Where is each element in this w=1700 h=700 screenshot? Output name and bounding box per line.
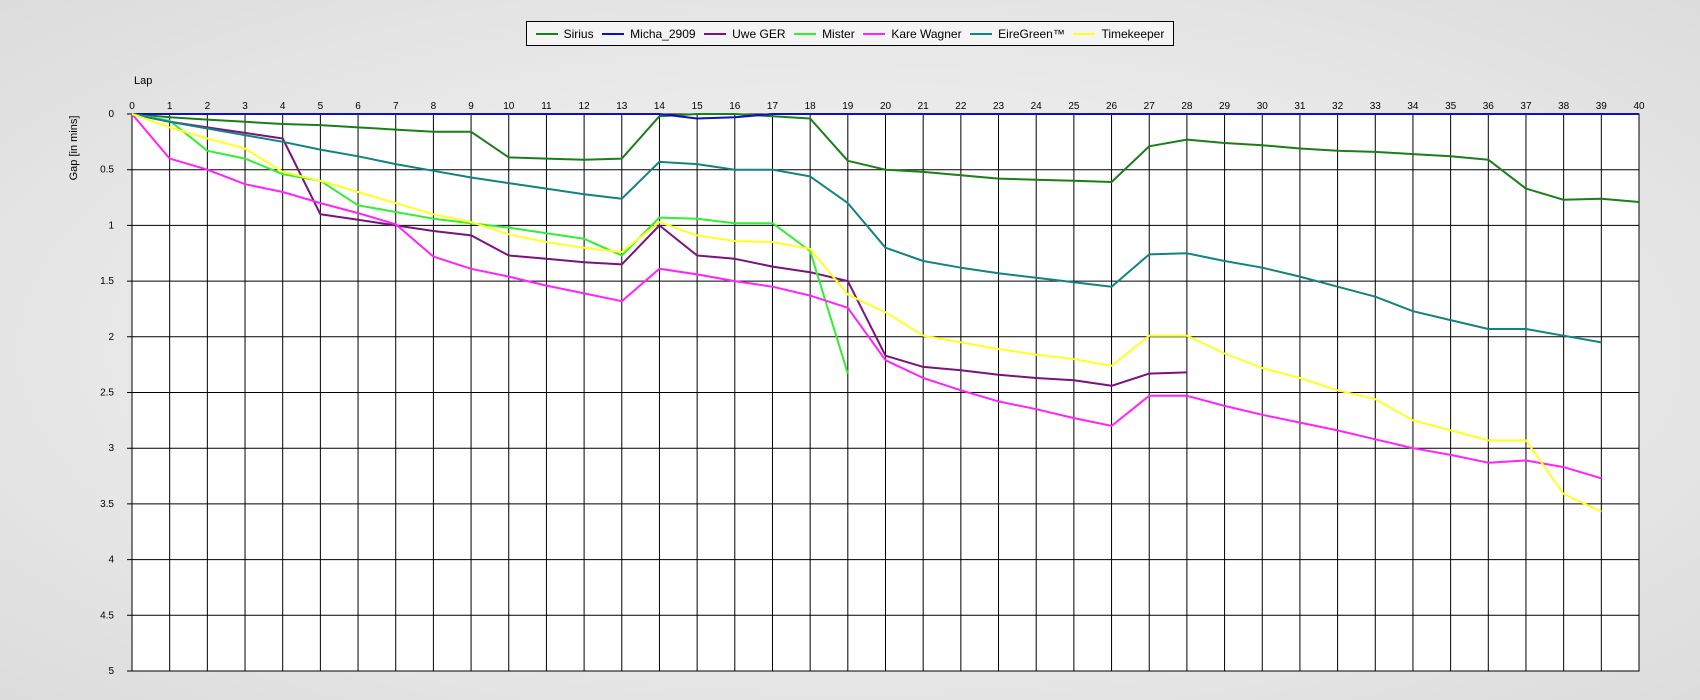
x-tick-label: 19	[842, 101, 854, 112]
x-tick-label: 34	[1407, 101, 1419, 112]
x-tick-label: 29	[1219, 101, 1231, 112]
x-tick-label: 32	[1332, 101, 1344, 112]
x-tick-label: 14	[654, 101, 666, 112]
x-tick-label: 22	[955, 101, 967, 112]
x-tick-label: 10	[503, 101, 515, 112]
x-tick-label: 39	[1596, 101, 1608, 112]
x-tick-label: 16	[729, 101, 741, 112]
x-tick-label: 4	[280, 101, 286, 112]
y-tick-label: 4.5	[100, 610, 114, 621]
y-tick-label: 5	[108, 666, 114, 677]
x-tick-label: 9	[468, 101, 474, 112]
x-tick-label: 33	[1370, 101, 1382, 112]
x-tick-label: 20	[880, 101, 892, 112]
y-tick-label: 2	[108, 332, 114, 343]
x-tick-label: 12	[579, 101, 591, 112]
x-tick-label: 2	[205, 101, 211, 112]
x-tick-label: 6	[355, 101, 361, 112]
y-tick-label: 0	[108, 109, 114, 120]
x-tick-label: 3	[242, 101, 248, 112]
y-tick-label: 0.5	[100, 165, 114, 176]
x-tick-label: 15	[692, 101, 704, 112]
x-tick-label: 8	[431, 101, 437, 112]
x-tick-label: 0	[129, 101, 135, 112]
x-tick-label: 24	[1031, 101, 1043, 112]
x-tick-label: 31	[1294, 101, 1306, 112]
x-tick-label: 23	[993, 101, 1005, 112]
x-tick-label: 38	[1558, 101, 1570, 112]
y-tick-label: 2.5	[100, 388, 114, 399]
x-tick-label: 18	[805, 101, 817, 112]
x-tick-label: 27	[1144, 101, 1156, 112]
y-tick-label: 1.5	[100, 276, 114, 287]
x-axis-label: Lap	[134, 75, 152, 87]
x-tick-label: 5	[318, 101, 324, 112]
gap-chart: 0 1 2 3 4 5 6 7 8 9 10 11 12 13 14 15 16 17 18 19 20 21 22 23 24…	[68, 75, 1645, 677]
x-tick-label: 35	[1445, 101, 1457, 112]
x-tick-label: 1	[167, 101, 173, 112]
x-tick-label: 7	[393, 101, 399, 112]
x-tick-label: 11	[541, 101, 552, 112]
y-tick-label: 3	[108, 443, 114, 454]
x-tick-label: 25	[1068, 101, 1080, 112]
x-tick-label: 26	[1106, 101, 1118, 112]
x-tick-label: 40	[1633, 101, 1645, 112]
y-tick-label: 1	[108, 220, 114, 231]
y-axis-label: Gap [in mins]	[68, 116, 80, 181]
y-tick-label: 3.5	[100, 499, 114, 510]
y-tick-label: 4	[108, 555, 114, 566]
x-tick-label: 21	[918, 101, 930, 112]
x-tick-label: 30	[1257, 101, 1269, 112]
x-tick-label: 28	[1181, 101, 1193, 112]
x-tick-label: 37	[1520, 101, 1532, 112]
x-tick-label: 13	[616, 101, 628, 112]
x-tick-label: 17	[767, 101, 779, 112]
x-tick-label: 36	[1483, 101, 1495, 112]
